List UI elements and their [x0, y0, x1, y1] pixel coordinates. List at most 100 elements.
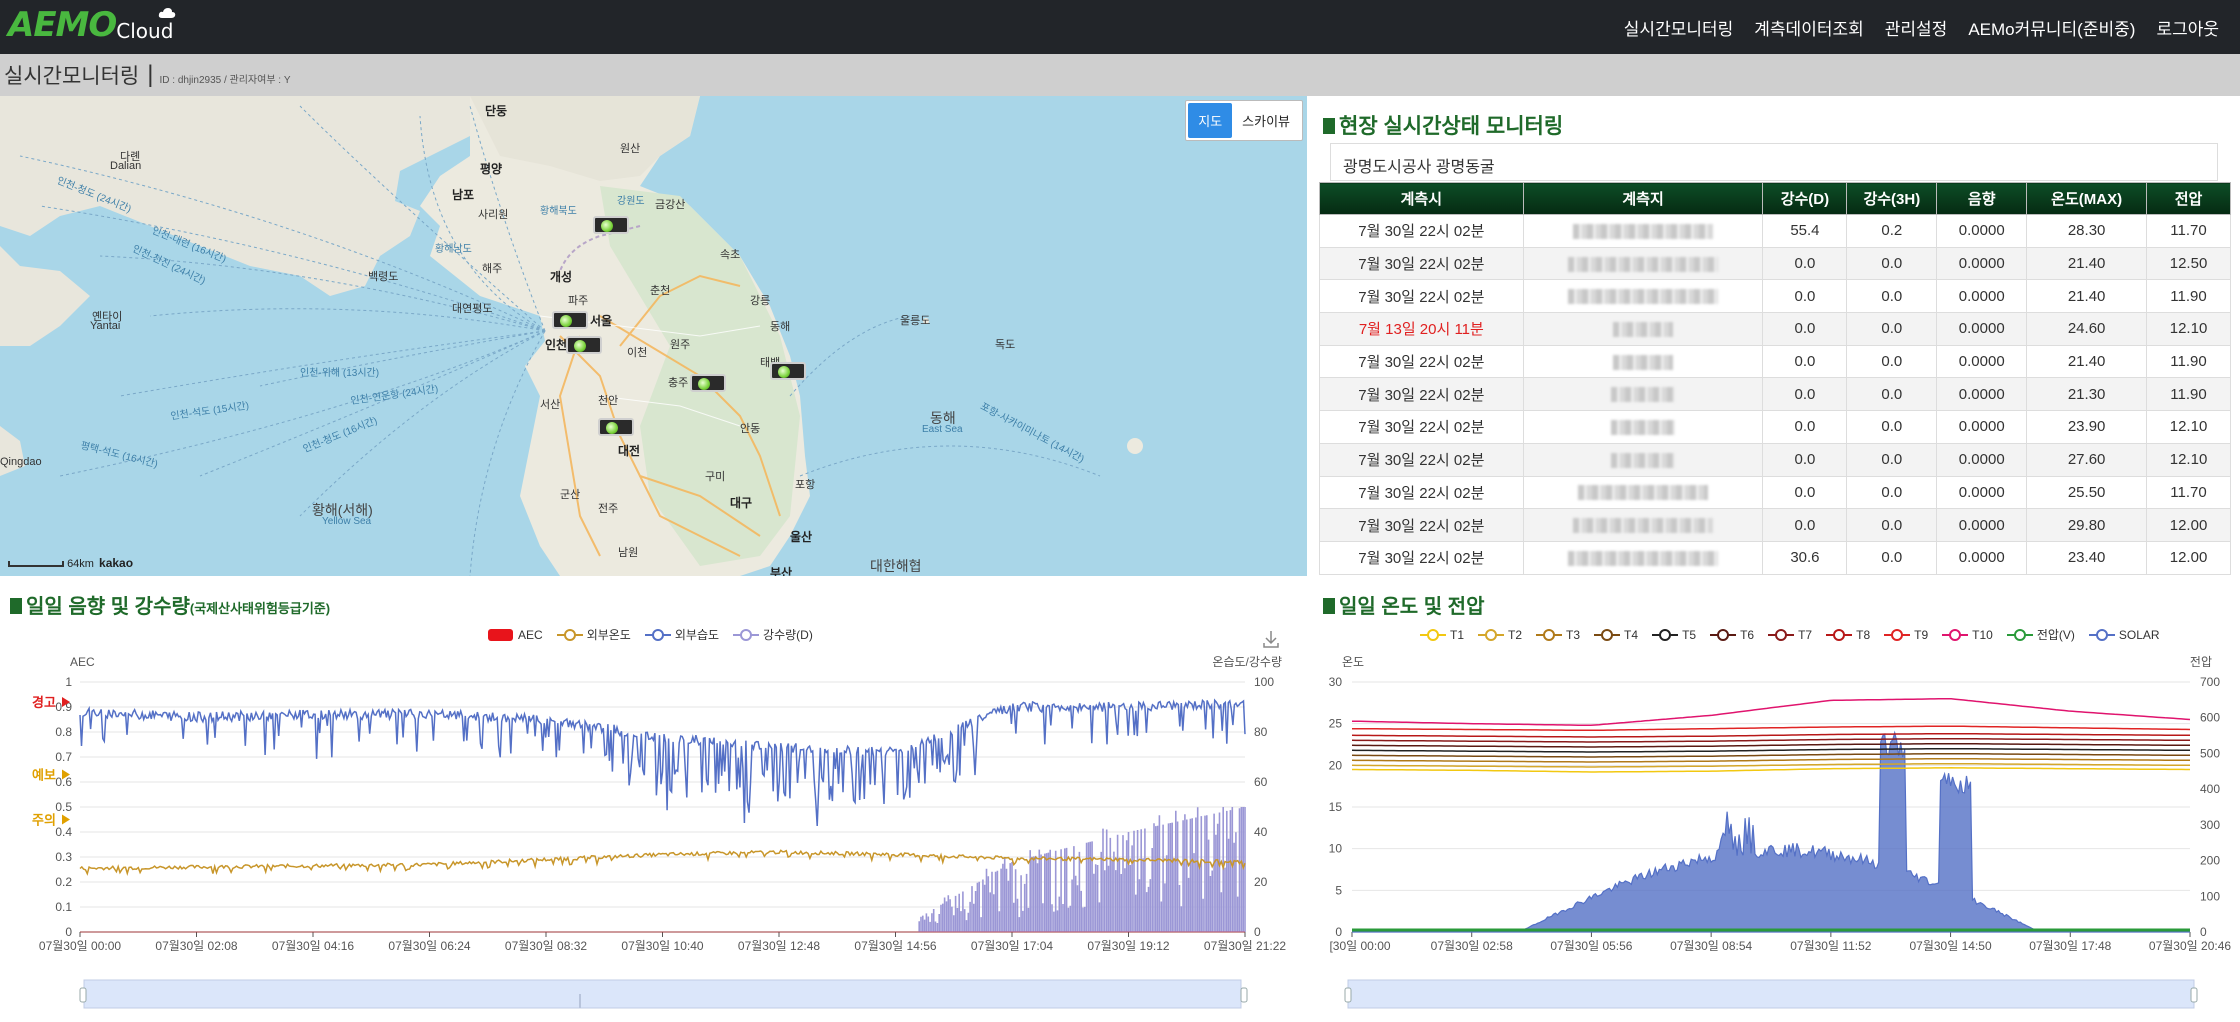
download-icon[interactable] [1263, 630, 1279, 648]
site-status-marker[interactable] [690, 374, 726, 392]
cell-site [1522, 508, 1764, 542]
site-name-box[interactable]: 광명도시공사 광명동굴 [1330, 143, 2218, 181]
chart2-legend: T1 T2 T3 T4 T5 T6 T7 T8 T9 T10 전압(V) SOLAR [1420, 626, 2174, 643]
cell-time: 7월 30일 22시 02분 [1319, 540, 1524, 575]
x-tick-label: [30일 00:00 [1329, 939, 1390, 953]
legend-item[interactable]: T8 [1826, 628, 1870, 642]
map-place-label: 대연평도 [452, 303, 493, 315]
legend-item[interactable]: 강수량(D) [733, 626, 813, 643]
nav-admin-settings[interactable]: 관리설정 [1885, 15, 1948, 40]
warning-level-label: 예보 [32, 768, 56, 783]
cell-sound: 0.0000 [1936, 279, 2028, 314]
title-square-icon [1323, 598, 1335, 614]
skyview-button[interactable]: 스카이뷰 [1232, 103, 1300, 138]
col-rain-3h: 강수(3H) [1846, 182, 1938, 215]
y2-tick-label: 400 [2200, 782, 2220, 796]
legend-item[interactable]: 전압(V) [2006, 626, 2075, 643]
legend-item[interactable]: T9 [1884, 628, 1928, 642]
legend-item[interactable]: SOLAR [2088, 628, 2160, 642]
cell-rain-3h: 0.0 [1846, 246, 1938, 281]
cell-time: 7월 30일 22시 02분 [1319, 246, 1524, 281]
y-tick-label: 0.2 [55, 875, 72, 889]
datazoom-slider[interactable] [1347, 979, 2195, 1009]
legend-item[interactable]: T4 [1594, 628, 1638, 642]
x-tick-label: 07월30일 02:58 [1431, 939, 1513, 953]
legend-item[interactable]: AEC [488, 628, 543, 642]
col-time: 계측시 [1319, 182, 1524, 215]
table-row[interactable]: 7월 30일 22시 02분 0.0 0.0 0.0000 23.90 12.10 [1319, 410, 2231, 444]
map-place-label: East Sea [922, 424, 963, 435]
cell-volt: 12.00 [2146, 540, 2231, 575]
aemo-cloud-logo[interactable]: AEMOCloud [8, 5, 176, 49]
cell-sound: 0.0000 [1936, 344, 2028, 379]
site-status-marker[interactable] [593, 216, 629, 234]
legend-item[interactable]: 외부습도 [644, 626, 719, 643]
table-row[interactable]: 7월 30일 22시 02분 0.0 0.0 0.0000 21.40 11.90 [1319, 279, 2231, 314]
cloud-icon [158, 8, 176, 18]
legend-item[interactable]: T3 [1536, 628, 1580, 642]
table-row[interactable]: 7월 30일 22시 02분 0.0 0.0 0.0000 21.40 11.90 [1319, 344, 2231, 379]
table-row[interactable]: 7월 30일 22시 02분 0.0 0.0 0.0000 21.30 11.90 [1319, 377, 2231, 412]
chart1-svg[interactable]: AEC 온습도/강수량00.10.20.30.40.50.60.70.80.910… [0, 648, 1307, 1022]
monitor-title-text: 현장 실시간상태 모니터링 [1339, 115, 1564, 138]
table-row[interactable]: 7월 30일 22시 02분 0.0 0.0 0.0000 29.80 12.00 [1319, 508, 2231, 542]
legend-item[interactable]: T1 [1420, 628, 1464, 642]
legend-item[interactable]: T2 [1478, 628, 1522, 642]
y2-tick-label: 100 [1254, 675, 1274, 689]
redacted-site-name [1611, 420, 1676, 435]
y-axis-label: 온도 [1342, 655, 1364, 669]
x-tick-label: 07월30일 02:08 [155, 939, 237, 953]
ferry-route-label: 인천-위해 (13시간) [300, 368, 380, 379]
nav-realtime-monitoring[interactable]: 실시간모니터링 [1624, 15, 1733, 40]
map-place-label: Dalian [110, 160, 142, 172]
legend-item[interactable]: T7 [1768, 628, 1812, 642]
x-tick-label: 07월30일 08:32 [505, 939, 587, 953]
table-row[interactable]: 7월 30일 22시 02분 0.0 0.0 0.0000 27.60 12.10 [1319, 442, 2231, 477]
x-tick-label: 07월30일 21:22 [1204, 939, 1286, 953]
y-tick-label: 0.7 [55, 750, 72, 764]
cell-rain-3h: 0.0 [1846, 377, 1938, 412]
legend-swatch-icon [1710, 628, 1737, 641]
legend-label: T8 [1856, 627, 1871, 642]
nav-community[interactable]: AEMo커뮤니티(준비중) [1968, 15, 2135, 40]
table-row[interactable]: 7월 30일 22시 02분 0.0 0.0 0.0000 25.50 11.70 [1319, 475, 2231, 510]
table-row[interactable]: 7월 13일 20시 11분 0.0 0.0 0.0000 24.60 12.10 [1319, 312, 2231, 346]
nav-logout[interactable]: 로그아웃 [2156, 15, 2219, 40]
x-tick-label: 07월30일 04:16 [272, 939, 354, 953]
legend-swatch-icon [1420, 628, 1446, 641]
green-status-light-icon [560, 315, 572, 327]
slider-handle-right[interactable] [1240, 987, 1248, 1003]
redacted-site-name [1568, 550, 1719, 566]
site-map[interactable]: 단둥 다롄 Dalian 평양 원산 남포 금강산 강원도 사리원 황해북도 황해남도 해주 속초 개성 백… [0, 96, 1307, 576]
map-view-button[interactable]: 지도 [1188, 103, 1233, 138]
datazoom-slider[interactable] [83, 979, 1242, 1009]
green-status-light-icon [698, 378, 710, 390]
map-place-label: 대구 [730, 496, 753, 510]
site-status-marker[interactable] [552, 311, 588, 329]
slider-handle-left[interactable] [79, 987, 87, 1003]
table-row[interactable]: 7월 30일 22시 02분 0.0 0.0 0.0000 21.40 12.50 [1319, 246, 2231, 281]
legend-label: T5 [1682, 627, 1697, 642]
legend-item[interactable]: 외부온도 [556, 626, 631, 643]
map-place-label: 개성 [550, 270, 573, 284]
nav-data-query[interactable]: 계측데이터조회 [1754, 15, 1863, 40]
legend-item[interactable]: T6 [1710, 628, 1754, 642]
logo-main-text: AEMO [8, 5, 117, 45]
map-type-toggle: 지도 스카이뷰 [1185, 100, 1303, 141]
map-place-label: 남원 [618, 547, 639, 559]
x-tick-label: 07월30일 20:46 [2149, 939, 2231, 953]
legend-item[interactable]: T10 [1942, 628, 1993, 642]
site-status-marker[interactable] [770, 362, 806, 380]
slider-handle-left[interactable] [1344, 987, 1352, 1003]
table-row[interactable]: 7월 30일 22시 02분 55.4 0.2 0.0000 28.30 11.70 [1319, 214, 2231, 248]
redacted-site-name [1611, 452, 1676, 468]
cell-time: 7월 30일 22시 02분 [1319, 475, 1524, 510]
site-status-marker[interactable] [598, 418, 634, 436]
slider-handle-right[interactable] [2190, 987, 2198, 1003]
cell-rain-d: 0.0 [1762, 344, 1848, 379]
chart2-svg[interactable]: 온도 전압0510152025300100200300400500600700[3… [1307, 648, 2240, 1022]
cell-time: 7월 30일 22시 02분 [1319, 344, 1524, 379]
site-status-marker[interactable] [566, 336, 602, 354]
table-row[interactable]: 7월 30일 22시 02분 30.6 0.0 0.0000 23.40 12.00 [1319, 540, 2231, 575]
legend-item[interactable]: T5 [1652, 628, 1696, 642]
